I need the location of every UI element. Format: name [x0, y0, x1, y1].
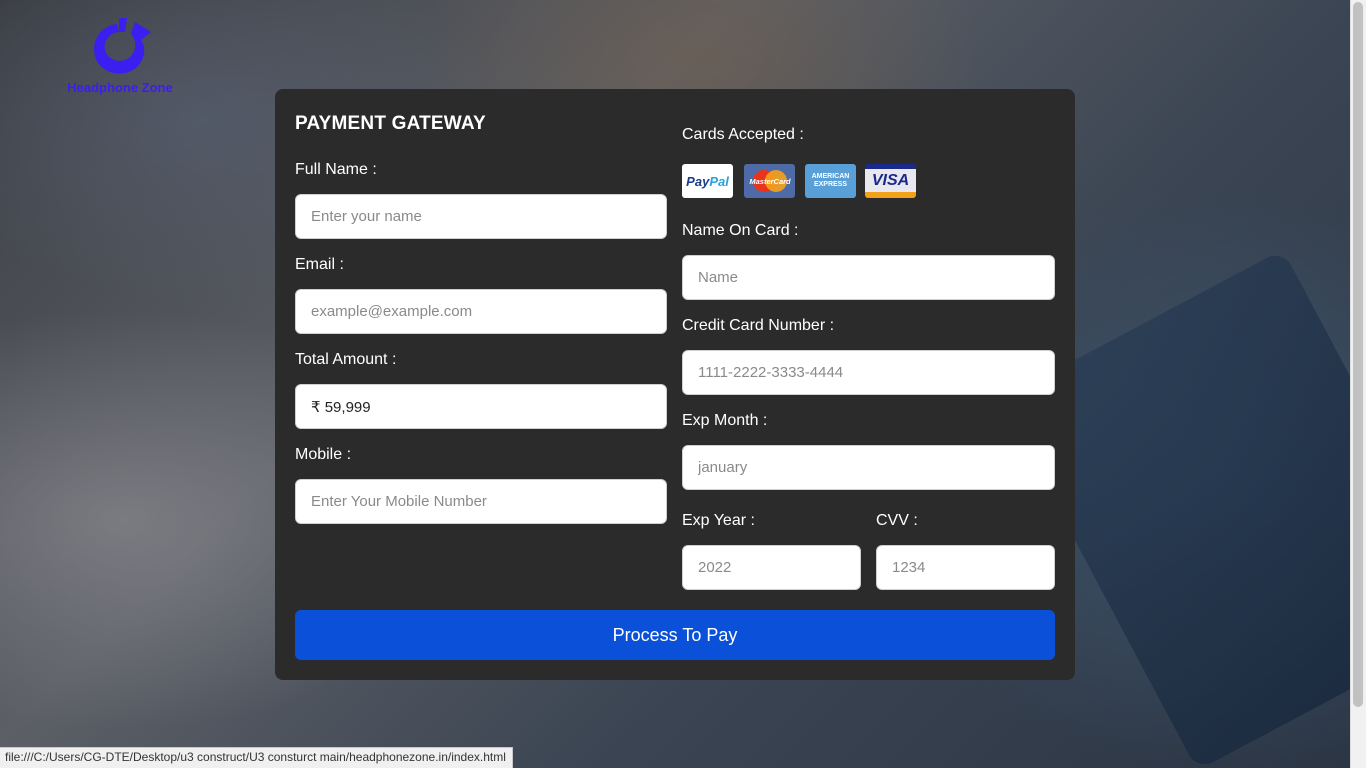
paypal-text-a: Pay: [686, 173, 710, 189]
headphone-logo-icon: [94, 18, 151, 74]
mastercard-circles: MasterCard: [749, 170, 791, 192]
name-on-card-input[interactable]: [682, 255, 1055, 300]
exp-month-input[interactable]: [682, 445, 1055, 490]
brand-logo[interactable]: Headphone Zone: [58, 18, 182, 110]
process-to-pay-button[interactable]: Process To Pay: [295, 610, 1055, 660]
paypal-icon: Pay Pal: [682, 164, 733, 198]
scrollbar-thumb[interactable]: [1353, 2, 1363, 707]
vertical-scrollbar[interactable]: [1350, 0, 1366, 768]
payment-form: PAYMENT GATEWAY Full Name : Email : Tota…: [275, 89, 1075, 680]
mobile-input[interactable]: [295, 479, 667, 524]
mastercard-text: MasterCard: [749, 177, 791, 186]
total-amount-label: Total Amount :: [295, 351, 397, 368]
email-label: Email :: [295, 256, 344, 273]
cvv-label: CVV :: [876, 512, 918, 529]
card-number-input[interactable]: [682, 350, 1055, 395]
name-on-card-label: Name On Card :: [682, 222, 799, 239]
mastercard-icon: MasterCard: [744, 164, 795, 198]
mobile-label: Mobile :: [295, 446, 352, 463]
american-express-icon: AMERICAN EXPRESS: [805, 164, 856, 198]
paypal-text-b: Pal: [709, 173, 729, 189]
exp-year-input[interactable]: [682, 545, 861, 590]
visa-text: VISA: [871, 171, 910, 189]
exp-month-label: Exp Month :: [682, 412, 768, 429]
total-amount-input[interactable]: [295, 384, 667, 429]
card-number-label: Credit Card Number :: [682, 317, 835, 334]
cvv-input[interactable]: [876, 545, 1055, 590]
full-name-label: Full Name :: [295, 161, 377, 178]
exp-year-label: Exp Year :: [682, 512, 755, 529]
status-bar-url: file:///C:/Users/CG-DTE/Desktop/u3 const…: [0, 747, 513, 768]
brand-name: Headphone Zone: [67, 80, 173, 95]
cards-accepted-label: Cards Accepted :: [682, 126, 804, 143]
visa-icon: VISA: [865, 164, 916, 198]
email-input[interactable]: [295, 289, 667, 334]
page-title: PAYMENT GATEWAY: [295, 113, 486, 134]
full-name-input[interactable]: [295, 194, 667, 239]
amex-text: AMERICAN EXPRESS: [811, 173, 850, 188]
